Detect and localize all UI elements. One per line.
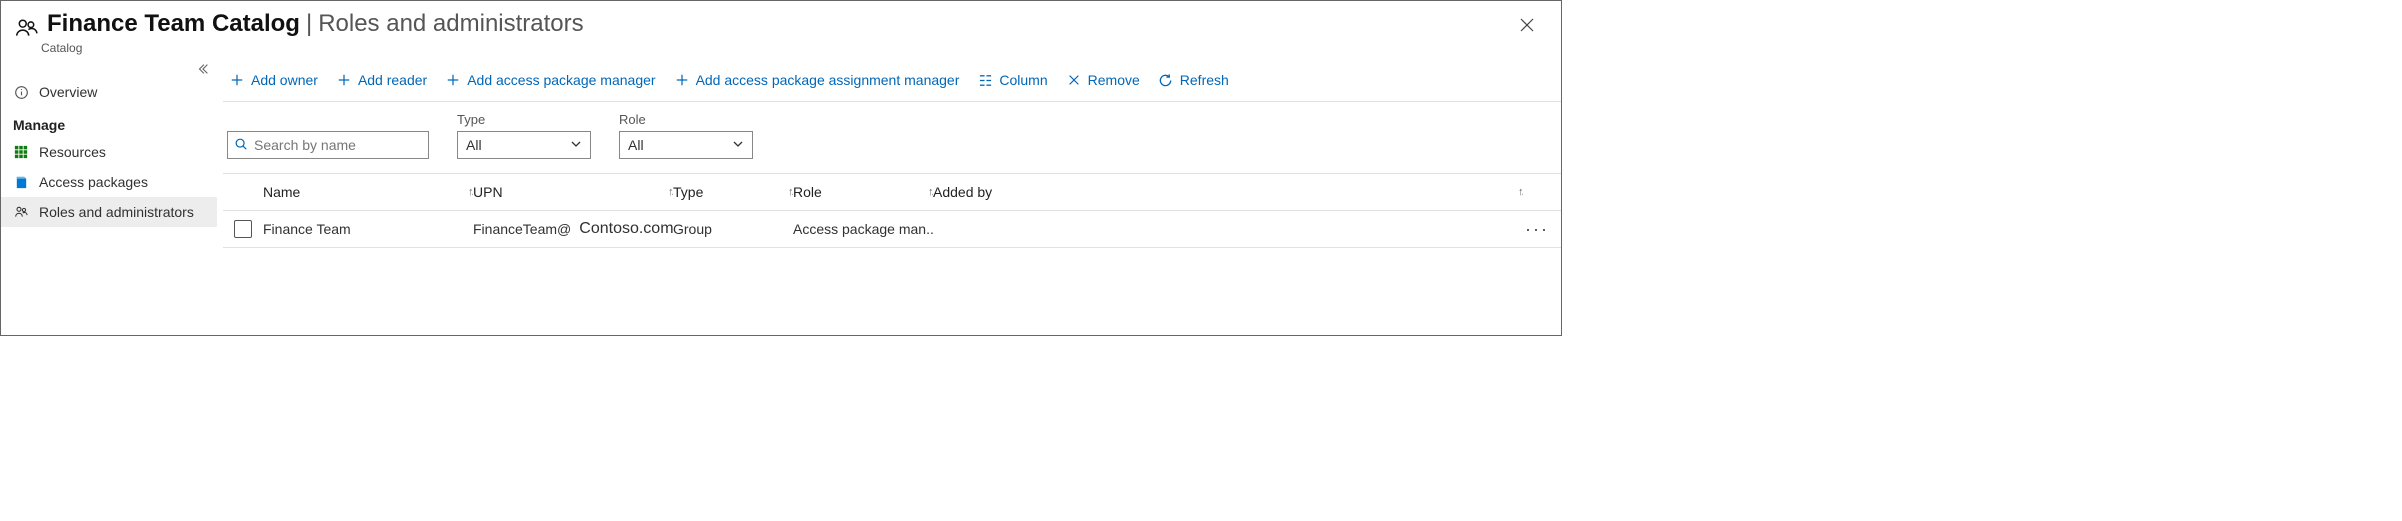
cmd-label: Remove	[1088, 72, 1140, 88]
column-button[interactable]: Column	[975, 68, 1049, 92]
sort-icon: ↑↓	[922, 186, 933, 198]
plus-icon	[445, 72, 461, 88]
sort-icon: ↑↓	[782, 186, 793, 198]
people-icon	[13, 15, 41, 44]
add-access-package-manager-button[interactable]: Add access package manager	[443, 68, 657, 92]
cmd-label: Refresh	[1180, 72, 1229, 88]
table-row[interactable]: Finance Team FinanceTeam@Contoso.com Gro…	[223, 211, 1561, 248]
add-access-package-assignment-manager-button[interactable]: Add access package assignment manager	[672, 68, 962, 92]
row-more-button[interactable]: ···	[1523, 219, 1551, 240]
cell-name: Finance Team	[263, 221, 473, 237]
sidebar-item-label: Roles and administrators	[39, 204, 194, 220]
plus-icon	[229, 72, 245, 88]
search-icon	[234, 137, 248, 154]
filter-type-value: All	[466, 137, 482, 153]
sort-icon: ↑↓	[662, 186, 673, 198]
plus-icon	[674, 72, 690, 88]
close-button[interactable]	[1511, 9, 1543, 41]
sidebar-item-roles-admins[interactable]: Roles and administrators	[1, 197, 217, 227]
grid-icon	[13, 144, 29, 160]
cell-type: Group	[673, 221, 793, 237]
cmd-label: Add owner	[251, 72, 318, 88]
filter-role-value: All	[628, 137, 644, 153]
cell-role: Access package man...	[793, 221, 933, 237]
cmd-label: Column	[999, 72, 1047, 88]
sort-icon: ↑↓	[1512, 186, 1523, 198]
column-header-type[interactable]: Type ↑↓	[673, 184, 793, 200]
sidebar: Overview Manage Resources	[1, 59, 217, 336]
filter-role-label: Role	[619, 112, 753, 127]
collapse-sidebar-button[interactable]	[193, 59, 213, 79]
chevron-down-icon	[732, 137, 744, 153]
remove-button[interactable]: Remove	[1064, 68, 1142, 92]
package-icon	[13, 174, 29, 190]
plus-icon	[336, 72, 352, 88]
column-header-name[interactable]: Name ↑↓	[263, 184, 473, 200]
refresh-button[interactable]: Refresh	[1156, 68, 1231, 92]
filter-type-label: Type	[457, 112, 591, 127]
sidebar-item-resources[interactable]: Resources	[1, 137, 217, 167]
sidebar-item-label: Access packages	[39, 174, 148, 190]
sidebar-item-label: Resources	[39, 144, 106, 160]
cmd-label: Add reader	[358, 72, 427, 88]
sidebar-item-overview[interactable]: Overview	[1, 77, 217, 107]
people-icon	[13, 204, 29, 220]
sidebar-section-manage: Manage	[1, 107, 217, 137]
filter-role-select[interactable]: All	[619, 131, 753, 159]
search-input-wrapper[interactable]	[227, 131, 429, 159]
column-header-added-by[interactable]: Added by ↑↓	[933, 184, 1523, 200]
x-icon	[1066, 72, 1082, 88]
cmd-label: Add access package manager	[467, 72, 655, 88]
command-bar: Add owner Add reader Add access package …	[223, 59, 1561, 102]
columns-icon	[977, 72, 993, 88]
resource-type-label: Catalog	[41, 41, 1511, 55]
page-title-main: Finance Team Catalog	[41, 10, 300, 37]
cmd-label: Add access package assignment manager	[696, 72, 960, 88]
info-icon	[13, 84, 29, 100]
page-title: Finance Team Catalog|Roles and administr…	[41, 9, 1511, 39]
sort-icon: ↑↓	[462, 186, 473, 198]
add-owner-button[interactable]: Add owner	[227, 68, 320, 92]
refresh-icon	[1158, 72, 1174, 88]
page-title-sub: Roles and administrators	[318, 10, 583, 37]
cell-upn: FinanceTeam@Contoso.com	[473, 220, 673, 238]
add-reader-button[interactable]: Add reader	[334, 68, 429, 92]
chevron-down-icon	[570, 137, 582, 153]
row-checkbox[interactable]	[234, 220, 252, 238]
sidebar-item-access-packages[interactable]: Access packages	[1, 167, 217, 197]
search-input[interactable]	[254, 137, 435, 153]
filter-type-select[interactable]: All	[457, 131, 591, 159]
column-header-upn[interactable]: UPN ↑↓	[473, 184, 673, 200]
results-table: Name ↑↓ UPN ↑↓ Type ↑↓ Role ↑↓	[223, 173, 1561, 248]
sidebar-item-label: Overview	[39, 84, 97, 100]
column-header-role[interactable]: Role ↑↓	[793, 184, 933, 200]
